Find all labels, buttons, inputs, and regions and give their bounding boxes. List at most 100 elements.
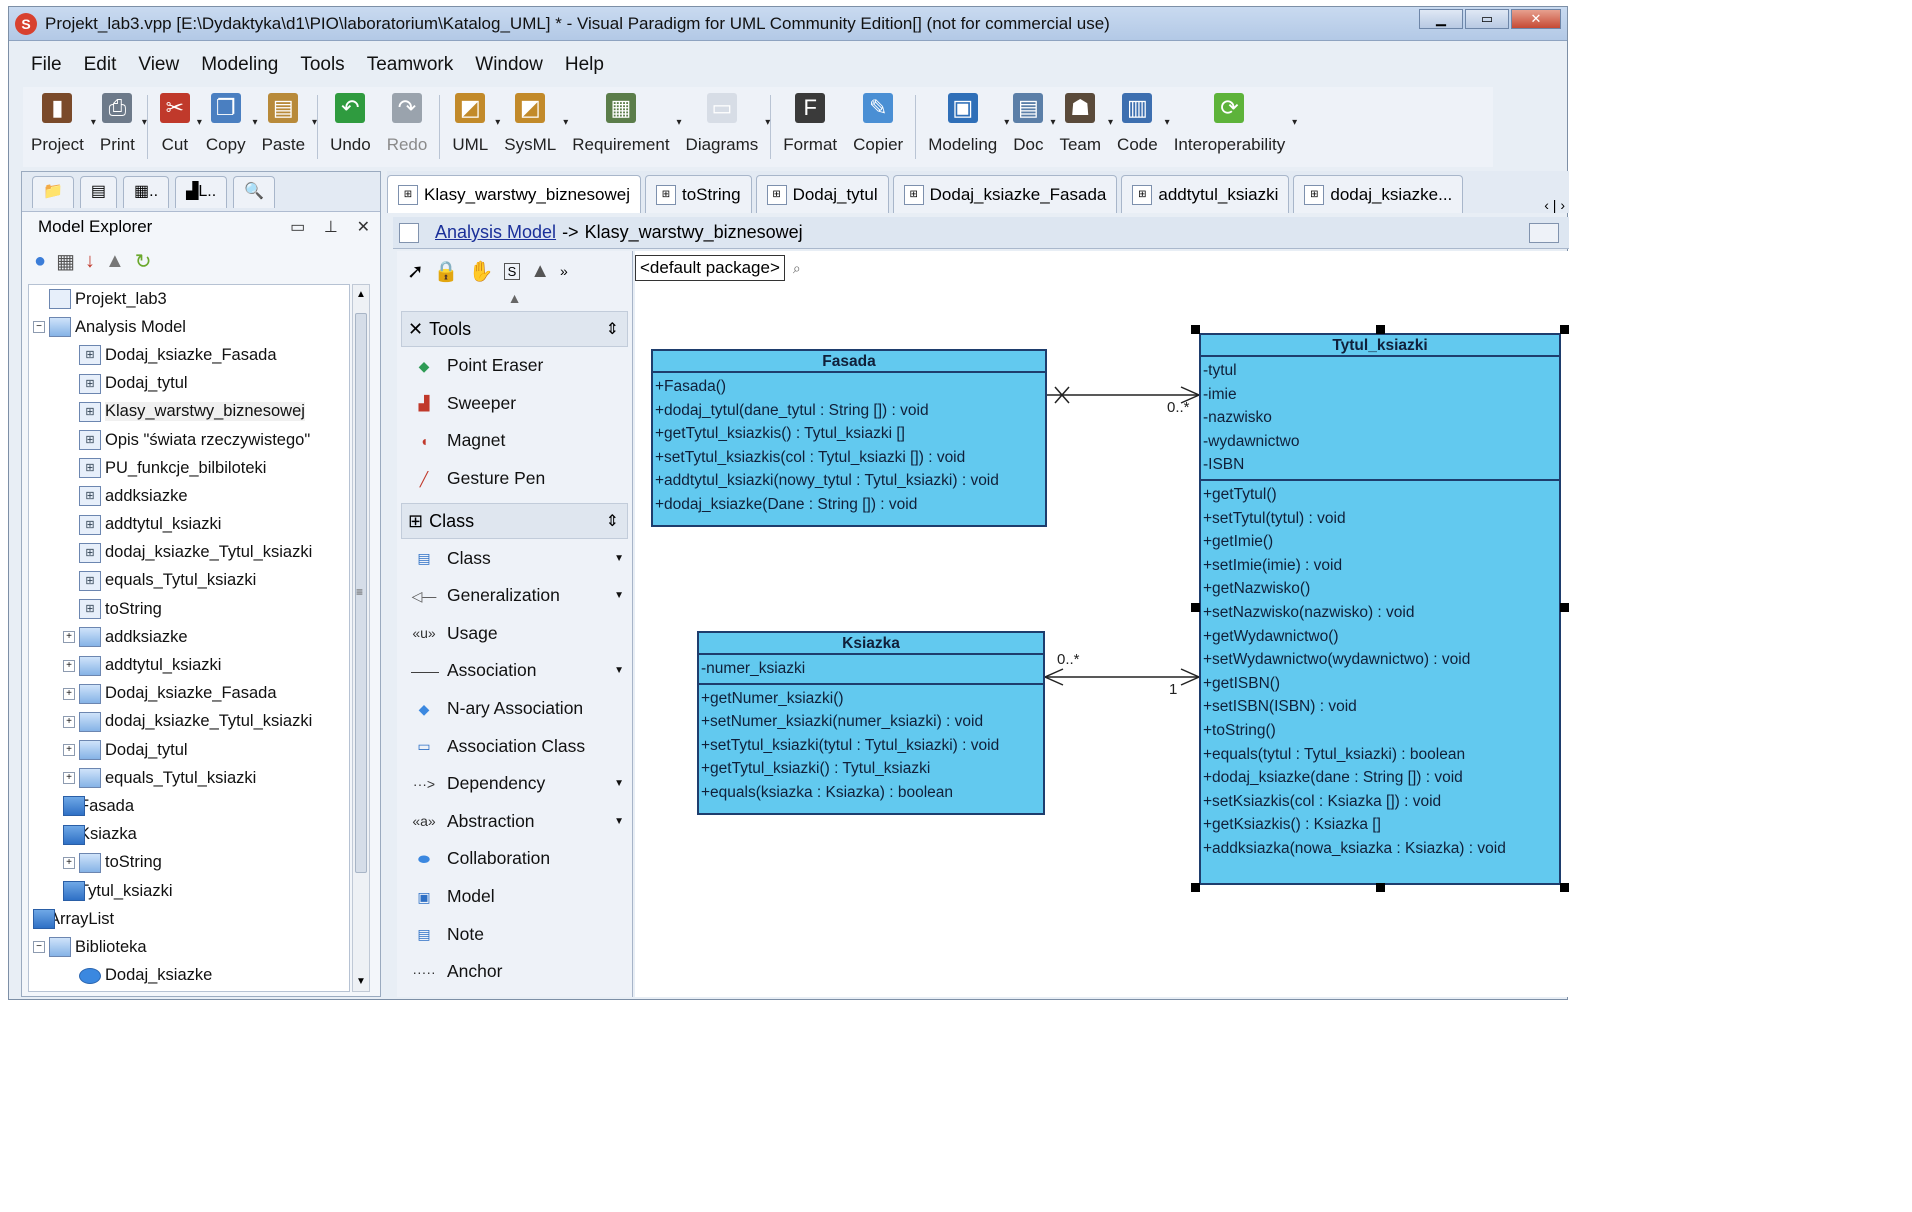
requirement-button[interactable]: ▦ Requirement ▾ (564, 87, 682, 167)
diagram-options-button[interactable] (1529, 222, 1559, 243)
pin-icon[interactable]: ⇕ (606, 511, 619, 531)
tree-item[interactable]: + addksiazke (29, 623, 349, 651)
class-attribute[interactable]: -ISBN (1203, 453, 1557, 477)
project-button[interactable]: ▮ Project ▾ (23, 87, 96, 167)
expand-icon[interactable]: + (63, 687, 75, 700)
expand-icon[interactable]: + (63, 772, 75, 785)
class-operation[interactable]: +dodaj_ksiazke(Dane : String []) : void (655, 493, 1043, 517)
palette-item-dependency[interactable]: ···> Dependency ▼ (397, 765, 632, 803)
cut-button[interactable]: ✂ Cut ▾ (152, 87, 202, 167)
new-model-icon[interactable]: ● (34, 250, 46, 273)
lock-icon[interactable]: 🔒 (434, 259, 459, 284)
menu-file[interactable]: File (31, 54, 62, 76)
palette-item-association-class[interactable]: ▭ Association Class (397, 727, 632, 765)
tree-item[interactable]: − Analysis Model (29, 313, 349, 341)
class-operation[interactable]: +getTytul_ksiazki() : Tytul_ksiazki (701, 757, 1041, 781)
palette-item-abstraction[interactable]: «a» Abstraction ▼ (397, 803, 632, 841)
palette-item-magnet[interactable]: ◖ Magnet (397, 422, 632, 460)
tree-item[interactable]: +Ksiazka (29, 821, 349, 849)
sort-icon[interactable]: ↓ (85, 250, 95, 273)
selection-handle[interactable] (1560, 883, 1569, 892)
tree-view-icon[interactable]: ▦ (56, 249, 75, 274)
palette-item-point-eraser[interactable]: ◆ Point Eraser (397, 347, 632, 385)
palette-section-tools[interactable]: ✕ Tools ⇕ (401, 311, 628, 347)
paste-button[interactable]: ▤ Paste ▾ (254, 87, 317, 167)
tab-logical-view[interactable]: ▟L.. (175, 175, 228, 208)
dropdown-arrow-icon[interactable]: ▼ (614, 553, 624, 564)
modeling-button[interactable]: ▣ Modeling ▾ (920, 87, 1009, 167)
menu-modeling[interactable]: Modeling (201, 54, 278, 76)
class-operation[interactable]: +addtytul_ksiazki(nowy_tytul : Tytul_ksi… (655, 469, 1043, 493)
tree-item[interactable]: + Dodaj_tytul (29, 736, 349, 764)
team-button[interactable]: ☗ Team ▾ (1051, 87, 1113, 167)
diagram-tab[interactable]: ⊞ Klasy_warstwy_biznesowej (387, 175, 641, 213)
dropdown-arrow-icon[interactable]: ▼ (614, 590, 624, 601)
expand-icon[interactable]: + (63, 856, 75, 869)
collapse-arrow-icon[interactable]: ▲ (397, 291, 632, 305)
class-operation[interactable]: +getTytul() (1203, 483, 1557, 507)
class-operation[interactable]: +getNumer_ksiazki() (701, 687, 1041, 711)
class-operation[interactable]: +Fasada() (655, 375, 1043, 399)
tree-item[interactable]: ⊞ Klasy_warstwy_biznesowej (29, 398, 349, 426)
selection-handle[interactable] (1191, 883, 1200, 892)
dropdown-arrow-icon[interactable]: ▾ (142, 117, 147, 128)
menu-teamwork[interactable]: Teamwork (367, 54, 454, 76)
diagram-tab[interactable]: ⊞ toString (644, 175, 752, 213)
copy-button[interactable]: ❐ Copy ▾ (198, 87, 258, 167)
undo-button[interactable]: ↶ Undo (322, 87, 379, 167)
hand-icon[interactable]: ✋ (469, 259, 494, 284)
palette-item-note[interactable]: ▤ Note (397, 915, 632, 953)
diagram-tab[interactable]: ⊞ dodaj_ksiazke... (1293, 175, 1464, 213)
tree-item[interactable]: ⊞ Opis "świata rzeczywistego" (29, 426, 349, 454)
doc-button[interactable]: ▤ Doc ▾ (1005, 87, 1055, 167)
tab-model-explorer[interactable]: ▤ (79, 175, 118, 208)
class-operation[interactable]: +setImie(imie) : void (1203, 554, 1557, 578)
minimize-button[interactable]: ▁ (1419, 9, 1463, 29)
tab-diagram-navigator[interactable]: 📁 (32, 175, 74, 208)
palette-item-sweeper[interactable]: ▟ Sweeper (397, 385, 632, 423)
tree-item[interactable]: ⊞ PU_funkcje_bilbiloteki (29, 454, 349, 482)
tree-item[interactable]: ⊞ dodaj_ksiazke_Tytul_ksiazki (29, 539, 349, 567)
restore-icon[interactable]: ▭ (290, 219, 305, 236)
scroll-down-arrow-icon[interactable]: ▼ (356, 976, 366, 987)
tree-item[interactable]: +Fasada (29, 792, 349, 820)
palette-section-class[interactable]: ⊞ Class ⇕ (401, 503, 628, 540)
tree-item[interactable]: Dodaj_ksiazke (29, 962, 349, 990)
dropdown-arrow-icon[interactable]: ▾ (765, 117, 770, 128)
palette-item-anchor[interactable]: ····· Anchor (397, 953, 632, 991)
palette-item-class[interactable]: ▤ Class ▼ (397, 539, 632, 577)
interoperability-button[interactable]: ⟳ Interoperability ▾ (1166, 87, 1297, 167)
tab-class-repository[interactable]: ▦.. (123, 175, 170, 208)
selection-handle[interactable] (1560, 325, 1569, 334)
tree-item[interactable]: + addtytul_ksiazki (29, 651, 349, 679)
class-operation[interactable]: +setKsiazkis(col : Ksiazka []) : void (1203, 790, 1557, 814)
diagram-tab[interactable]: ⊞ Dodaj_tytul (755, 175, 889, 213)
tree-item[interactable]: ⊞ addksiazke (29, 482, 349, 510)
palette-item-n-ary-association[interactable]: ◆ N-ary Association (397, 690, 632, 728)
tree-item[interactable]: − Biblioteka (29, 933, 349, 961)
class-tytul-ksiazki[interactable]: Tytul_ksiazki -tytul -imie -nazwisko -wydaw… (1199, 333, 1561, 885)
redo-button[interactable]: ↷ Redo (379, 87, 436, 167)
tree-item[interactable]: ⊞ addtytul_ksiazki (29, 511, 349, 539)
menu-tools[interactable]: Tools (300, 54, 344, 76)
refresh-icon[interactable]: ↻ (135, 249, 152, 274)
print-button[interactable]: ⎙ Print ▾ (92, 87, 147, 167)
breadcrumb-root-link[interactable]: Analysis Model (435, 222, 556, 243)
menu-view[interactable]: View (138, 54, 179, 76)
class-attribute[interactable]: -tytul (1203, 359, 1557, 383)
class-operation[interactable]: +getNazwisko() (1203, 577, 1557, 601)
class-fasada[interactable]: Fasada +Fasada() +dodaj_tytul(dane_tytul … (651, 349, 1047, 527)
expand-icon[interactable]: + (63, 744, 75, 757)
class-attribute[interactable]: -numer_ksiazki (701, 657, 1041, 681)
palette-item-generalization[interactable]: ◁— Generalization ▼ (397, 577, 632, 615)
tree-scrollbar[interactable]: ▲ ≡ ▼ (352, 284, 370, 992)
class-operation[interactable]: +setTytul(tytul) : void (1203, 507, 1557, 531)
up-icon[interactable]: ▲ (105, 250, 125, 273)
expand-icon[interactable]: + (63, 631, 75, 644)
tree-item[interactable]: + equals_Tytul_ksiazki (29, 764, 349, 792)
class-attribute[interactable]: -wydawnictwo (1203, 430, 1557, 454)
palette-item-gesture-pen[interactable]: ╱ Gesture Pen (397, 460, 632, 498)
class-attribute[interactable]: -imie (1203, 383, 1557, 407)
scroll-up-arrow-icon[interactable]: ▲ (356, 289, 366, 300)
pin-icon[interactable]: ⇕ (606, 319, 619, 339)
